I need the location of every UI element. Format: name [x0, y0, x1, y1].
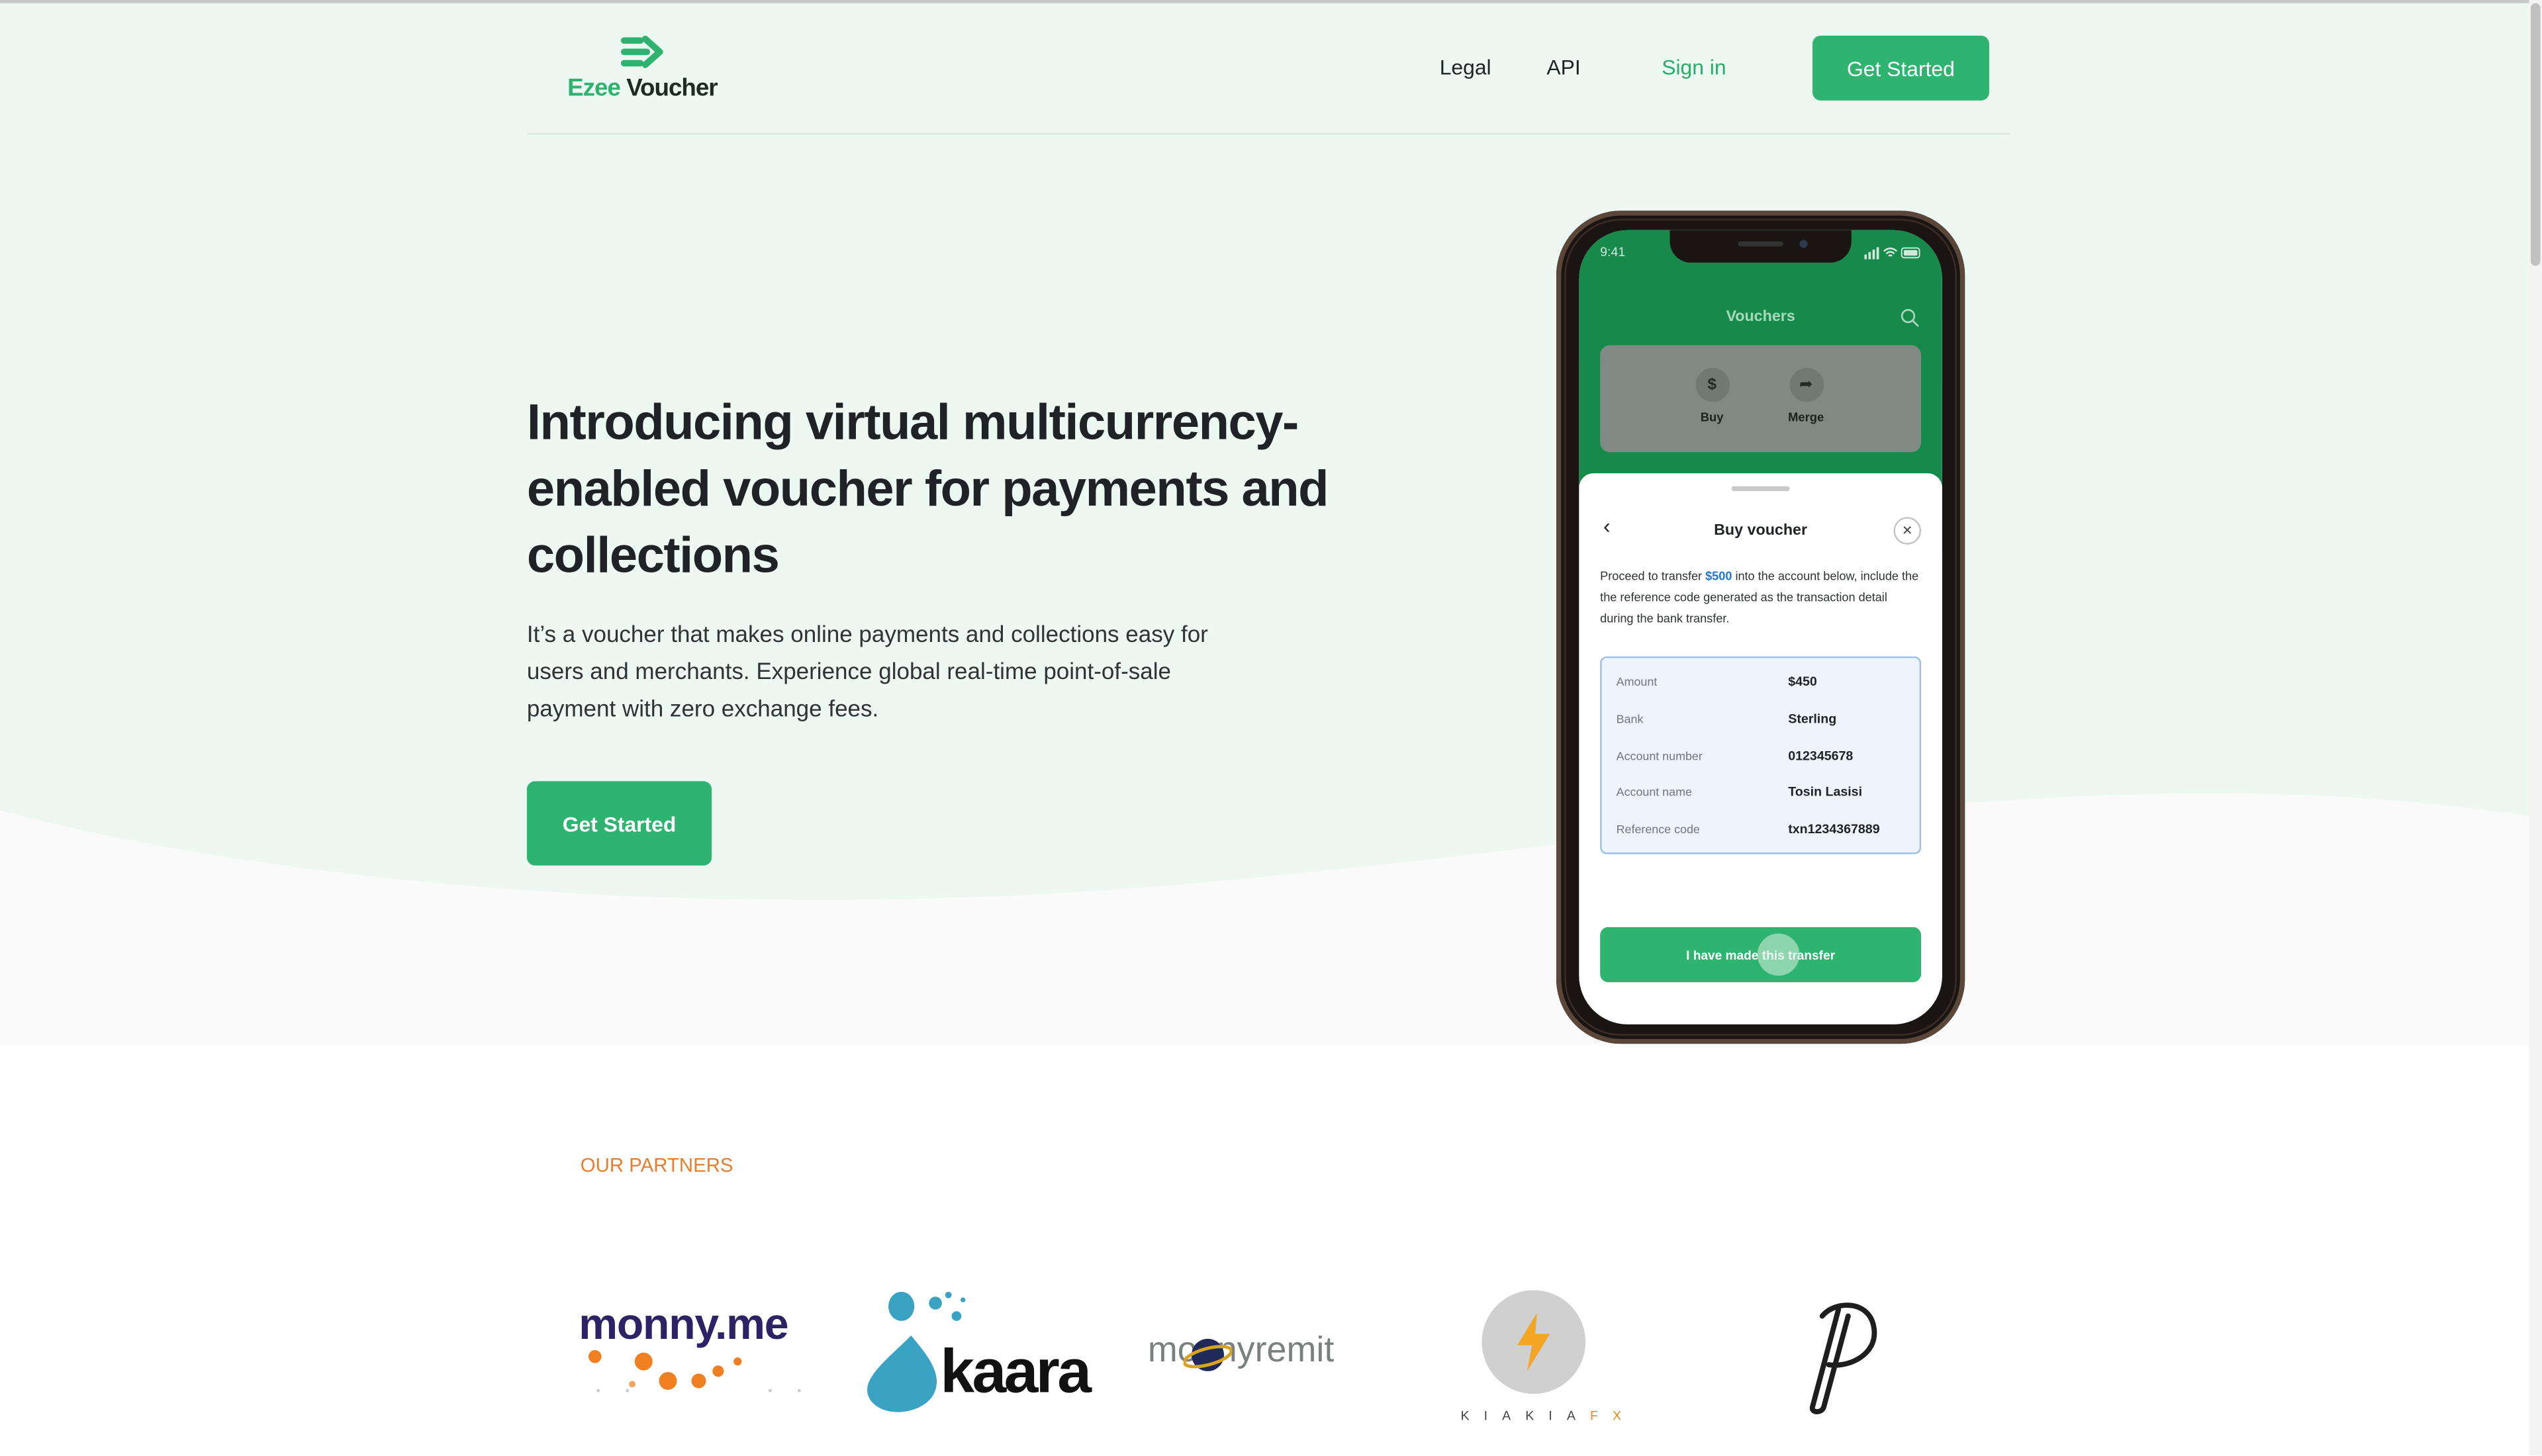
kaara-logo: kaara	[863, 1290, 1106, 1420]
search-icon[interactable]	[1900, 308, 1919, 327]
scrollbar[interactable]	[2529, 0, 2542, 1456]
brand-name-ezee: Ezee	[567, 74, 621, 103]
letter-p-icon	[1809, 1302, 1877, 1414]
dots-icon	[588, 1350, 801, 1392]
scrollbar-thumb[interactable]	[2530, 3, 2541, 266]
touch-indicator	[1757, 933, 1800, 976]
partners-heading: OUR PARTNERS	[580, 1154, 733, 1177]
buy-voucher-sheet: ‹ Buy voucher ✕ Proceed to transfer $500…	[1579, 473, 1942, 1024]
status-icons	[1864, 247, 1920, 259]
phone-screen: 9:41 Vouchers $ Buy ➦ Merge ‹ Buy vouche…	[1579, 230, 1942, 1024]
header-get-started-button[interactable]: Get Started	[1812, 35, 1989, 101]
dollar-icon: $	[1695, 367, 1729, 402]
detail-value: txn1234367889	[1788, 821, 1880, 837]
instructions-part1: Proceed to transfer	[1600, 569, 1706, 584]
detail-value: 012345678	[1788, 749, 1854, 764]
detail-row-account-name: Account name Tosin Lasisi	[1602, 784, 1923, 807]
bank-details-box: Amount $450 Bank Sterling Account number…	[1600, 656, 1923, 854]
detail-label: Bank	[1616, 711, 1644, 727]
detail-value: Tosin Lasisi	[1788, 784, 1863, 799]
detail-label: Account number	[1616, 749, 1703, 764]
phone-mockup: 9:41 Vouchers $ Buy ➦ Merge ‹ Buy vouche…	[1556, 210, 1965, 1044]
detail-label: Account name	[1616, 784, 1692, 799]
monny-logo-text: monny.me	[579, 1300, 788, 1349]
detail-value: Sterling	[1788, 711, 1837, 727]
kiakiafx-logo: KIAKIAFX	[1456, 1287, 1658, 1427]
phone-notch	[1670, 230, 1852, 263]
brand-name-voucher: Voucher	[626, 74, 718, 103]
hero-title: Introducing virtual multicurrency-enable…	[526, 394, 1329, 584]
nav-api-link[interactable]: API	[1546, 55, 1580, 79]
p-logo	[1799, 1297, 1883, 1416]
detail-row-bank: Bank Sterling	[1602, 711, 1923, 734]
arrows-icon	[620, 35, 663, 68]
close-icon[interactable]: ✕	[1893, 517, 1922, 545]
sign-in-link[interactable]: Sign in	[1662, 55, 1726, 79]
transfer-instructions: Proceed to transfer $500 into the accoun…	[1600, 566, 1921, 629]
fx-text: FX	[1589, 1408, 1636, 1424]
kaara-logo-text: kaara	[940, 1338, 1092, 1407]
buy-action-label: Buy	[1700, 410, 1724, 425]
planet-icon	[1183, 1338, 1233, 1371]
camera	[1799, 240, 1808, 248]
site-header: Ezee Voucher Legal API Sign in Get Start…	[526, 0, 2010, 135]
nav-legal-link[interactable]: Legal	[1440, 55, 1491, 79]
merge-action-label: Merge	[1788, 410, 1824, 425]
lightning-icon	[1517, 1312, 1550, 1371]
detail-row-account-number: Account number 012345678	[1602, 749, 1923, 771]
brand-name: Ezee Voucher	[567, 74, 718, 103]
detail-label: Amount	[1616, 674, 1658, 689]
sheet-handle[interactable]	[1731, 486, 1790, 492]
status-time: 9:41	[1600, 244, 1626, 259]
share-arrow-icon: ➦	[1789, 367, 1823, 402]
hero-description: It’s a voucher that makes online payment…	[526, 622, 1208, 723]
speaker	[1738, 241, 1783, 247]
monnyremit-logo: monnyremit	[1148, 1322, 1391, 1387]
vouchers-title: Vouchers	[1726, 308, 1795, 326]
monnyremit-logo-text: monnyremit	[1147, 1329, 1335, 1370]
detail-label: Reference code	[1616, 821, 1700, 837]
detail-value: $450	[1788, 674, 1817, 689]
brand-logo[interactable]: Ezee Voucher	[567, 35, 745, 107]
detail-row-reference-code: Reference code txn1234367889	[1602, 822, 1923, 844]
kiakiafx-logo-text: KIAKIAFX	[1461, 1408, 1636, 1423]
buy-action[interactable]: $ Buy	[1671, 367, 1752, 425]
voucher-actions-card: $ Buy ➦ Merge	[1600, 345, 1922, 453]
kiakia-text: KIAKIA	[1460, 1408, 1590, 1424]
transfer-amount: $500	[1705, 569, 1732, 584]
merge-action[interactable]: ➦ Merge	[1765, 367, 1846, 425]
hero-get-started-button[interactable]: Get Started	[526, 781, 712, 866]
sheet-title: Buy voucher	[1714, 522, 1808, 540]
detail-row-amount: Amount $450	[1602, 674, 1923, 697]
monny-logo: monny.me	[579, 1297, 822, 1397]
